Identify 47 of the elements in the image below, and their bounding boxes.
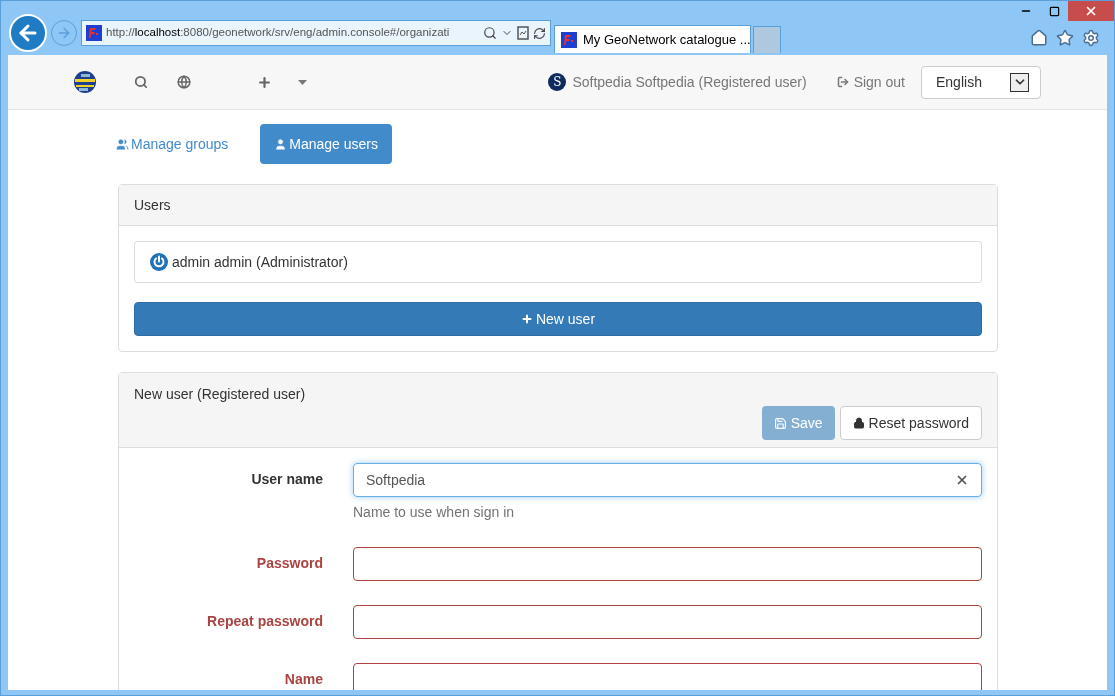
search-icon[interactable] <box>483 26 497 40</box>
new-user-button[interactable]: New user <box>134 302 982 336</box>
panel-title: New user (Registered user) <box>134 385 307 404</box>
users-icon <box>116 137 129 151</box>
input-field[interactable]: Softpedia <box>353 463 982 497</box>
back-button[interactable] <box>9 14 47 52</box>
lock-icon <box>852 417 865 429</box>
field-label: Name <box>283 670 323 689</box>
language-select[interactable]: English <box>921 65 1041 99</box>
address-bar[interactable]: http://localhost:8080/geonetwork/srv/eng/admin.console#/organizati <box>81 20 551 46</box>
maximize-icon <box>1048 5 1060 17</box>
user-link[interactable]: Softpedia Softpedia (Registered user) <box>572 71 807 93</box>
nav-tab[interactable]: Manage groups <box>102 124 243 164</box>
plus-icon <box>520 313 533 325</box>
input-field[interactable] <box>353 663 982 690</box>
field-label: User name <box>250 470 323 489</box>
url-text: http://localhost:8080/geonetwork/srv/eng/admin.console#/organizati <box>106 25 450 41</box>
sign-out-icon <box>836 76 849 88</box>
tab-title: My GeoNetwork catalogue ... <box>583 30 751 49</box>
power-icon <box>150 253 168 271</box>
user-list-item[interactable]: admin admin (Administrator) <box>134 241 982 283</box>
input-field[interactable] <box>353 547 982 581</box>
field-label: Repeat password <box>206 612 323 631</box>
user-icon <box>274 137 288 151</box>
caret-icon[interactable] <box>298 79 307 85</box>
forward-arrow-icon <box>56 25 72 41</box>
globe-icon[interactable] <box>177 75 191 89</box>
browser-tab[interactable]: My GeoNetwork catalogue ... <box>554 25 751 53</box>
reset-password-button[interactable]: Reset password <box>839 406 982 440</box>
favorites-icon[interactable] <box>1056 29 1074 47</box>
home-icon[interactable] <box>1030 29 1048 47</box>
close-icon <box>1084 4 1098 18</box>
user-avatar: S <box>548 73 567 91</box>
field-label: Password <box>255 554 323 573</box>
logo-icon[interactable] <box>73 70 97 94</box>
panel-title: Users <box>134 195 171 215</box>
settings-icon[interactable] <box>1082 29 1100 47</box>
search-icon[interactable] <box>134 75 148 89</box>
nav-tab[interactable]: Manage users <box>260 124 392 164</box>
refresh-icon[interactable] <box>533 26 546 40</box>
clear-icon[interactable] <box>955 473 969 487</box>
page-icon <box>561 31 577 48</box>
input-field[interactable] <box>353 605 982 639</box>
add-icon[interactable] <box>257 74 272 90</box>
field-hint: Name to use when sign in <box>353 503 516 522</box>
sign-out-link[interactable]: Sign out <box>836 71 905 93</box>
page-icon <box>86 25 102 41</box>
